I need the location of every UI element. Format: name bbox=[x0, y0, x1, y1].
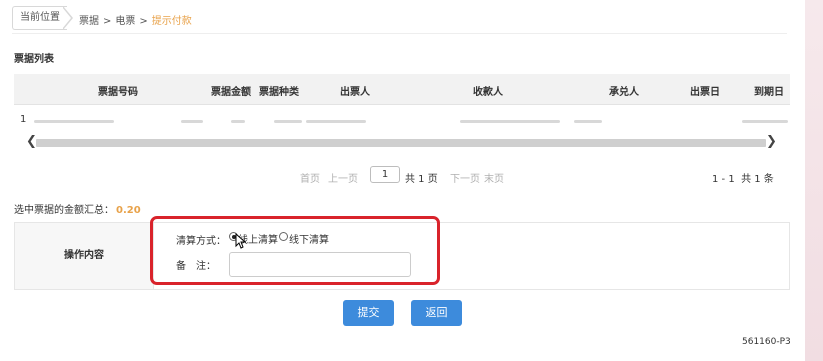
amount-summary: 选中票据的金额汇总： 0.20 bbox=[14, 205, 141, 216]
row-cell-type-detail bbox=[274, 120, 302, 123]
divider bbox=[12, 33, 787, 34]
record-count: 1 - 1 共 1 条 bbox=[712, 174, 774, 185]
highlight-box bbox=[150, 216, 440, 285]
page-number-input[interactable] bbox=[370, 166, 400, 183]
row-cell-due-date bbox=[742, 120, 788, 123]
pager-prev[interactable]: 上一页 bbox=[328, 170, 358, 185]
pager-next[interactable]: 下一页 bbox=[450, 170, 480, 185]
row-cell-acceptor bbox=[574, 120, 602, 123]
pager-total-pages: 共 1 页 bbox=[405, 174, 438, 185]
section-title: 票据列表 bbox=[14, 54, 54, 65]
breadcrumb: 票据 > 电票 > 提示付款 bbox=[79, 16, 192, 27]
summary-amount: 0.20 bbox=[116, 205, 141, 216]
column-header-acceptor: 承兑人 bbox=[609, 87, 639, 98]
scrollbar-thumb[interactable] bbox=[36, 139, 766, 147]
row-index: 1 bbox=[20, 114, 27, 125]
column-header-amount: 票据金额 bbox=[211, 87, 251, 98]
row-cell-bill-number bbox=[34, 120, 114, 123]
row-cell-type bbox=[231, 120, 245, 123]
row-cell-payee bbox=[460, 120, 560, 123]
operation-title: 操作内容 bbox=[15, 223, 154, 289]
pager-first[interactable]: 首页 bbox=[300, 170, 320, 185]
column-header-issue-date: 出票日 bbox=[690, 87, 720, 98]
back-button[interactable]: 返回 bbox=[411, 300, 462, 326]
column-header-due-date: 到期日 bbox=[754, 87, 784, 98]
submit-button[interactable]: 提交 bbox=[343, 300, 394, 326]
window-edge-strip bbox=[805, 0, 823, 361]
column-header-bill-number: 票据号码 bbox=[98, 87, 138, 98]
footer-code: 561160-P3 bbox=[742, 337, 791, 347]
column-header-payee: 收款人 bbox=[473, 87, 503, 98]
breadcrumb-label: 当前位置 bbox=[12, 6, 67, 30]
breadcrumb-item-ebill[interactable]: 电票 bbox=[115, 16, 135, 27]
pager-last[interactable]: 末页 bbox=[484, 170, 504, 185]
table-row[interactable]: 1 bbox=[14, 112, 790, 132]
column-header-bill-type: 票据种类 bbox=[259, 87, 299, 98]
table-header: 票据号码 票据金额 票据种类 出票人 收款人 承兑人 出票日 到期日 bbox=[14, 74, 790, 105]
breadcrumb-item-current: 提示付款 bbox=[151, 16, 192, 27]
row-cell-amount bbox=[181, 120, 203, 123]
row-cell-drawer bbox=[306, 120, 366, 123]
horizontal-scrollbar[interactable]: ❮ ❯ bbox=[14, 134, 790, 150]
scroll-right-icon[interactable]: ❯ bbox=[766, 134, 777, 149]
mouse-cursor-icon bbox=[235, 233, 246, 249]
column-header-drawer: 出票人 bbox=[340, 87, 370, 98]
breadcrumb-item-bills[interactable]: 票据 bbox=[79, 16, 99, 27]
